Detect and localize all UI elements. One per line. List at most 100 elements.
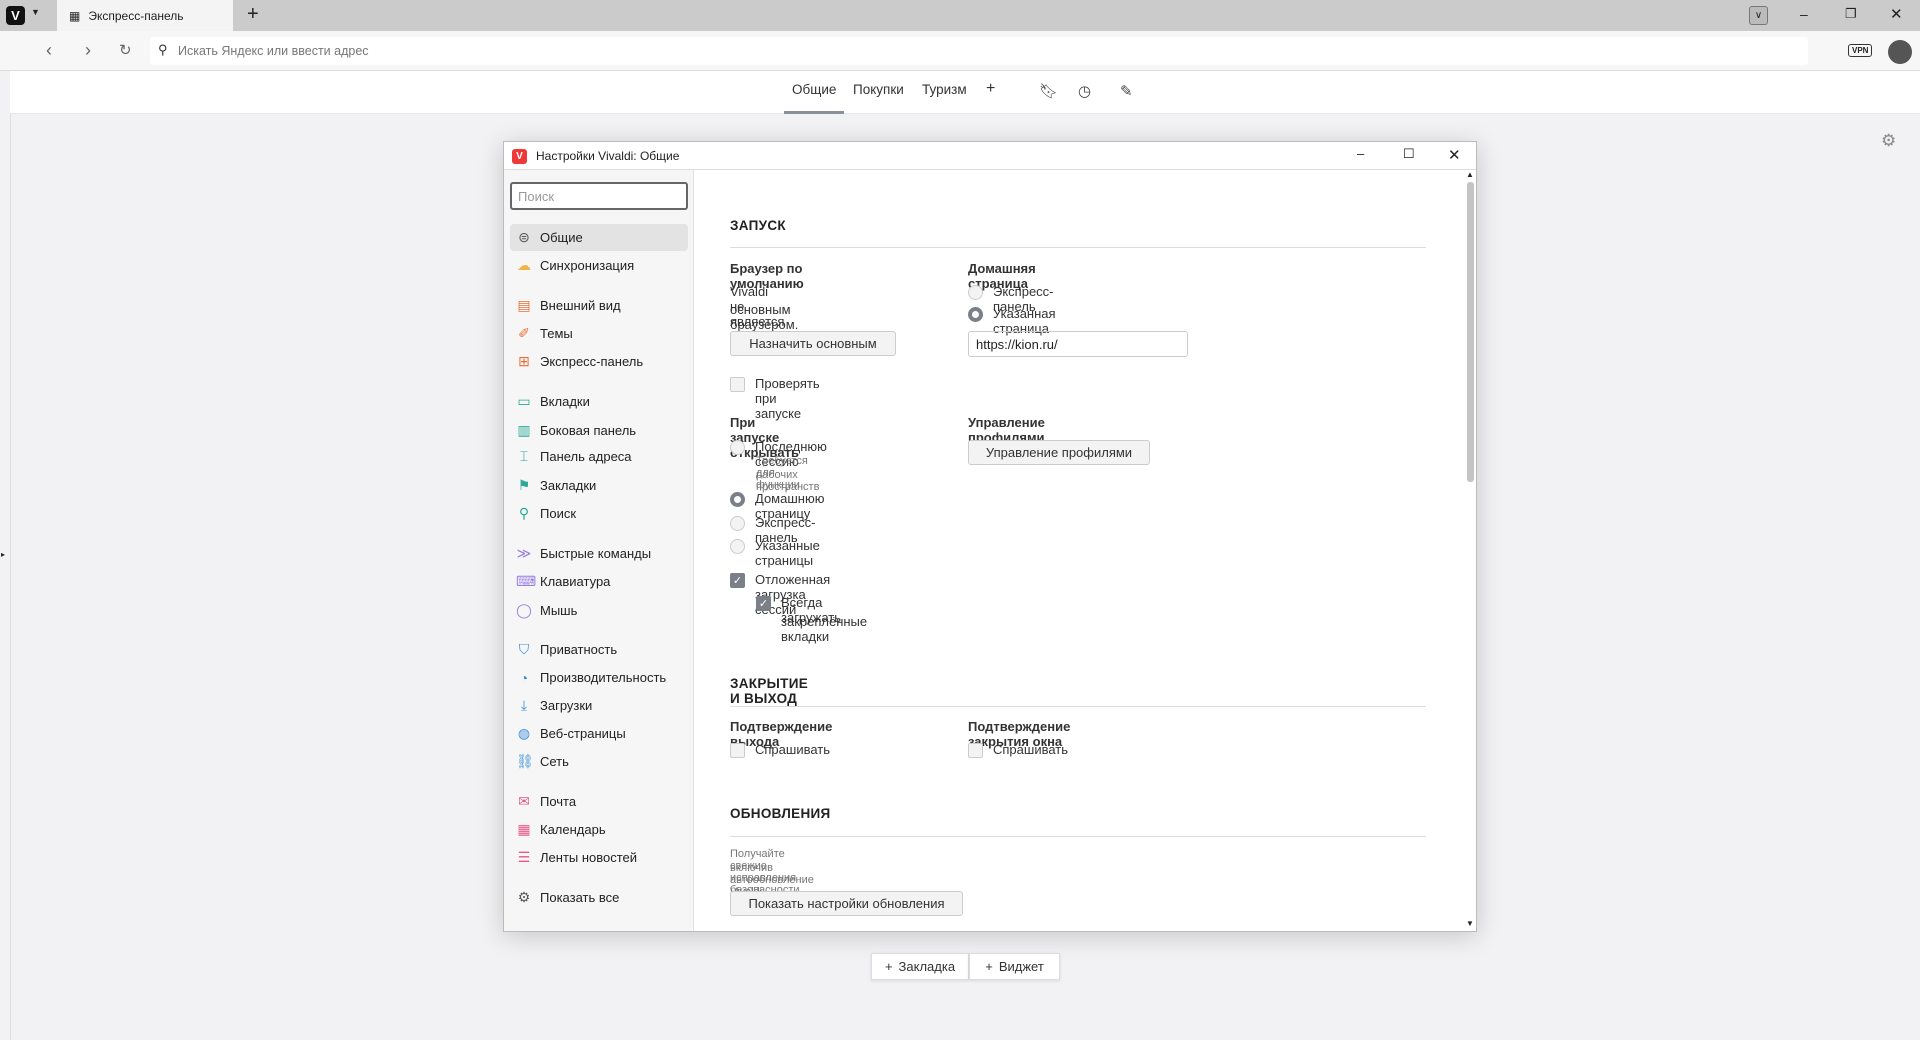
scroll-up-icon[interactable]: ▲ (1466, 170, 1474, 179)
dialog-minimize-button[interactable]: – (1357, 146, 1364, 161)
group-tab-general[interactable]: Общие (792, 82, 836, 97)
check-on-start-checkbox[interactable] (730, 377, 745, 392)
add-widget-button[interactable]: + Виджет (969, 953, 1060, 980)
add-group-button[interactable]: + (986, 80, 995, 98)
tab-list-button[interactable]: ∨ (1749, 6, 1768, 25)
sidebar-item-rss[interactable]: ☰ Ленты новостей (510, 844, 688, 871)
brush-icon: ✐ (518, 325, 530, 341)
network-icon: ⛓ (516, 753, 534, 769)
sidebar-item-bookmark[interactable]: ⚑ Закладки (510, 472, 688, 499)
back-button[interactable]: ‹ (46, 40, 52, 61)
panel-icon: ▥ (517, 422, 531, 438)
confirm-window-label: Спрашивать (993, 742, 1069, 757)
open-homepage-radio[interactable] (730, 492, 745, 507)
open-speed-dial-radio[interactable] (730, 516, 745, 531)
sidebar-item-appearance[interactable]: ▤ Внешний вид (510, 292, 688, 319)
reload-button[interactable]: ↻ (119, 41, 132, 59)
sidebar-item-label: Почта (540, 794, 577, 809)
sidebar-item-label: Вкладки (540, 394, 590, 409)
settings-search-input[interactable]: Поиск (510, 182, 688, 210)
quick-commands-icon: ≫ (516, 545, 532, 561)
notes-icon[interactable]: ✎ (1120, 82, 1133, 100)
download-icon: ⤓ (520, 697, 528, 713)
manage-profiles-button[interactable]: Управление профилями (968, 440, 1150, 465)
appearance-icon: ▤ (517, 297, 531, 313)
confirm-exit-checkbox[interactable] (730, 743, 745, 758)
active-group-indicator (784, 111, 844, 114)
homepage-speed-dial-radio[interactable] (968, 285, 983, 300)
scrollbar-thumb[interactable] (1467, 182, 1474, 482)
new-tab-button[interactable]: + (247, 3, 259, 26)
add-bookmark-button[interactable]: + Закладка (871, 953, 969, 980)
lazy-load-checkbox[interactable]: ✓ (730, 573, 745, 588)
open-specific-pages-radio[interactable] (730, 539, 745, 554)
restore-button[interactable]: ❐ (1845, 6, 1857, 22)
cloud-icon: ☁ (517, 257, 531, 273)
show-update-settings-button[interactable]: Показать настройки обновления (730, 891, 963, 916)
dialog-maximize-button[interactable]: ☐ (1403, 146, 1415, 162)
dialog-titlebar: V Настройки Vivaldi: Общие – ☐ ✕ (504, 142, 1476, 170)
minimize-button[interactable]: – (1800, 6, 1808, 22)
sidebar-item-calendar[interactable]: ▦ Календарь (510, 816, 688, 843)
sidebar-item-cloud[interactable]: ☁ Синхронизация (510, 252, 688, 279)
group-tab-shopping[interactable]: Покупки (853, 82, 904, 97)
close-button[interactable]: ✕ (1890, 5, 1903, 23)
open-last-session-radio[interactable] (730, 440, 745, 455)
sidebar-item-keyboard[interactable]: ⌨ Клавиатура (510, 568, 688, 595)
sidebar-item-quick-commands[interactable]: ≫ Быстрые команды (510, 540, 688, 567)
sidebar-item-panel[interactable]: ▥ Боковая панель (510, 417, 688, 444)
sidebar-item-gear[interactable]: ⚙ Показать все (510, 884, 688, 911)
scroll-down-icon[interactable]: ▼ (1466, 919, 1474, 928)
tabs-icon: ▭ (517, 393, 531, 409)
vpn-button[interactable]: VPN (1848, 44, 1873, 57)
add-bookmark-label: Закладка (898, 959, 956, 974)
history-icon[interactable]: ◷ (1078, 82, 1091, 100)
sidebar-item-search[interactable]: ⚲ Поиск (510, 500, 688, 527)
forward-button[interactable]: › (85, 40, 91, 61)
sidebar-item-label: Сеть (540, 754, 569, 769)
dialog-close-button[interactable]: ✕ (1448, 146, 1461, 164)
sidebar-item-label: Приватность (540, 642, 618, 657)
search-placeholder: Поиск (518, 188, 555, 204)
sidebar-item-label: Ленты новостей (540, 850, 638, 865)
open-specific-pages-label: Указанные страницы (755, 538, 820, 568)
sidebar-item-gauge[interactable]: ◔ Производительность (510, 664, 688, 691)
sidebar-item-shield[interactable]: ⛉ Приватность (510, 636, 688, 663)
profile-avatar[interactable] (1888, 40, 1912, 64)
search-icon: ⚲ (518, 505, 530, 521)
sidebar-item-speed-dial[interactable]: ⊞ Экспресс-панель (510, 348, 688, 375)
vivaldi-menu-icon[interactable]: V (6, 6, 25, 25)
address-bar-icon: ⌶ (519, 448, 529, 464)
last-session-note: рабочих пространств (756, 469, 820, 493)
sidebar-item-mail[interactable]: ✉ Почта (510, 788, 688, 815)
sidebar-item-brush[interactable]: ✐ Темы (510, 320, 688, 347)
sidebar-item-label: Внешний вид (540, 298, 621, 313)
sidebar-item-tabs[interactable]: ▭ Вкладки (510, 388, 688, 415)
panel-toggle-icon[interactable]: ▸ (1, 550, 5, 559)
homepage-url-input[interactable]: https://kion.ru/ (968, 331, 1188, 357)
sidebar-item-address-bar[interactable]: ⌶ Панель адреса (510, 443, 688, 470)
address-placeholder: Искать Яндекс или ввести адрес (178, 44, 369, 58)
section-divider (730, 247, 1426, 248)
section-divider (730, 706, 1426, 707)
shield-icon: ⛉ (518, 641, 530, 657)
sidebar-item-download[interactable]: ⤓ Загрузки (510, 692, 688, 719)
sidebar-item-globe[interactable]: ◍ Веб-страницы (510, 720, 688, 747)
sidebar-item-general[interactable]: ⊜ Общие (510, 224, 688, 251)
sidebar-item-label: Экспресс-панель (540, 354, 644, 369)
scrollbar[interactable]: ▲ ▼ (1464, 170, 1476, 931)
tab-speed-dial[interactable]: ▦ Экспресс-панель (57, 0, 233, 31)
plus-icon: + (985, 959, 993, 974)
chevron-down-icon[interactable]: ▼ (31, 7, 40, 17)
sidebar-item-network[interactable]: ⛓ Сеть (510, 748, 688, 775)
gear-icon[interactable]: ⚙ (1881, 131, 1896, 151)
set-default-button[interactable]: Назначить основным (730, 331, 896, 356)
group-tab-travel[interactable]: Туризм (922, 82, 967, 97)
sidebar-item-label: Боковая панель (540, 423, 637, 438)
bookmark-icon[interactable]: 🔖︎ (1039, 82, 1058, 100)
homepage-specific-radio[interactable] (968, 307, 983, 322)
confirm-window-checkbox[interactable] (968, 743, 983, 758)
always-load-pinned-checkbox[interactable]: ✓ (756, 596, 771, 611)
sidebar-item-mouse[interactable]: ◯ Мышь (510, 597, 688, 624)
address-input[interactable]: ⚲ Искать Яндекс или ввести адрес (150, 37, 1808, 65)
